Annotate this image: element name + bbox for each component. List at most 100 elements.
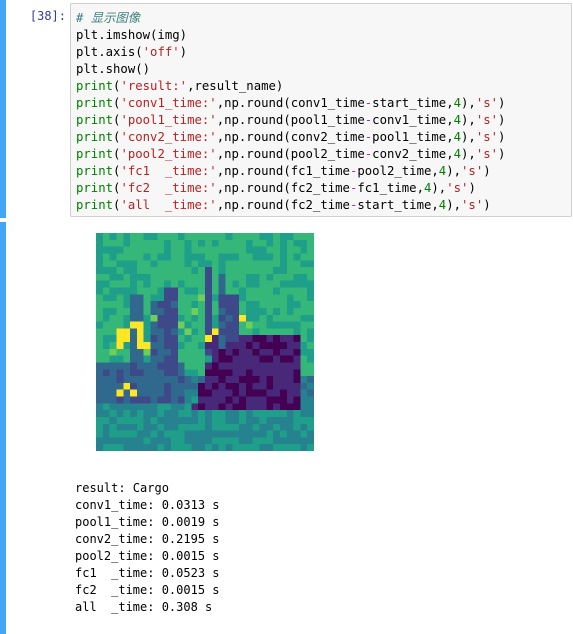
image-pixel (259, 321, 267, 329)
image-pixel (102, 382, 110, 390)
image-pixel (211, 382, 219, 390)
image-pixel (157, 342, 165, 349)
image-pixel (157, 430, 165, 438)
image-pixel (252, 246, 260, 254)
image-pixel (286, 416, 294, 424)
image-pixel (266, 403, 274, 411)
code-line[interactable]: print('fc2 _time:',np.round(fc2_time-fc1… (76, 180, 476, 197)
image-pixel (245, 335, 253, 342)
image-pixel (170, 294, 178, 302)
input-cell[interactable]: [38]: # 显示图像 plt.imshow(img) plt.axis('off… (0, 0, 573, 218)
image-pixel (116, 416, 124, 424)
code-line[interactable]: print('all _time:',np.round(fc2_time-sta… (76, 197, 491, 214)
code-line[interactable]: plt.axis('off') (76, 44, 187, 61)
image-pixel (286, 280, 294, 288)
image-pixel (198, 362, 205, 370)
image-pixel (239, 335, 246, 342)
image-pixel (239, 389, 246, 397)
image-pixel (157, 362, 165, 370)
image-pixel (177, 376, 185, 383)
cell-selection-bar (0, 0, 6, 218)
image-pixel (184, 437, 192, 445)
code-line[interactable]: print('result:',result_name) (76, 78, 283, 95)
image-pixel (286, 444, 294, 451)
image-pixel (211, 396, 219, 404)
image-pixel (218, 253, 226, 261)
image-pixel (170, 267, 178, 274)
code-line[interactable]: print('fc1 _time:',np.round(fc1_time-poo… (76, 163, 491, 180)
image-pixel (307, 437, 314, 445)
image-pixel (164, 403, 171, 411)
image-pixel (293, 403, 301, 411)
image-pixel (232, 335, 240, 342)
image-pixel (225, 403, 233, 411)
image-pixel (191, 410, 199, 417)
image-pixel (96, 430, 103, 438)
image-pixel (286, 382, 294, 390)
image-pixel (205, 369, 212, 377)
image-pixel (205, 444, 212, 451)
image-pixel (102, 355, 110, 363)
image-pixel (307, 287, 314, 295)
image-pixel (259, 423, 267, 431)
image-pixel (300, 328, 308, 336)
image-pixel (239, 355, 246, 363)
image-pixel (136, 376, 144, 383)
code-line[interactable]: print('conv2_time:',np.round(conv2_time-… (76, 129, 505, 146)
image-pixel (273, 416, 280, 424)
image-pixel (252, 328, 260, 336)
code-line[interactable]: plt.imshow(img) (76, 27, 187, 44)
image-pixel (307, 280, 314, 288)
image-pixel (184, 280, 192, 288)
image-pixel (191, 294, 199, 302)
code-line[interactable]: print('pool2_time:',np.round(pool2_time-… (76, 146, 505, 163)
image-pixel (116, 233, 124, 240)
image-pixel (109, 396, 117, 404)
image-pixel (191, 342, 199, 349)
image-pixel (300, 233, 308, 240)
image-pixel (157, 410, 165, 417)
image-pixel (307, 301, 314, 308)
image-pixel (279, 376, 287, 383)
image-pixel (245, 253, 253, 261)
image-pixel (252, 260, 260, 268)
image-pixel (184, 389, 192, 397)
image-pixel (225, 376, 233, 383)
image-pixel (130, 382, 137, 390)
image-pixel (116, 355, 124, 363)
image-pixel (164, 314, 171, 322)
image-pixel (150, 403, 158, 411)
code-editor[interactable]: # 显示图像 plt.imshow(img) plt.axis('off') plt.… (70, 3, 572, 217)
image-pixel (286, 376, 294, 383)
image-pixel (109, 342, 117, 349)
image-pixel (116, 253, 124, 261)
image-pixel (245, 287, 253, 295)
image-pixel (293, 253, 301, 261)
code-line[interactable]: # 显示图像 (76, 10, 140, 27)
image-pixel (177, 348, 185, 356)
image-pixel (130, 410, 137, 417)
code-line[interactable]: plt.show() (76, 61, 150, 78)
image-pixel (211, 246, 219, 254)
image-pixel (293, 314, 301, 322)
image-pixel (239, 376, 246, 383)
code-line[interactable]: print('pool1_time:',np.round(pool1_time-… (76, 112, 505, 129)
image-pixel (279, 267, 287, 274)
image-pixel (211, 294, 219, 302)
image-pixel (123, 246, 131, 254)
image-pixel (96, 437, 103, 445)
image-pixel (96, 369, 103, 377)
image-pixel (307, 382, 314, 390)
image-pixel (177, 423, 185, 431)
image-pixel (307, 314, 314, 322)
image-pixel (273, 423, 280, 431)
image-pixel (150, 253, 158, 261)
image-pixel (191, 348, 199, 356)
image-pixel (232, 348, 240, 356)
image-pixel (252, 301, 260, 308)
image-pixel (109, 376, 117, 383)
image-pixel (205, 314, 212, 322)
code-line[interactable]: print('conv1_time:',np.round(conv1_time-… (76, 95, 505, 112)
image-pixel (232, 294, 240, 302)
image-pixel (102, 253, 110, 261)
